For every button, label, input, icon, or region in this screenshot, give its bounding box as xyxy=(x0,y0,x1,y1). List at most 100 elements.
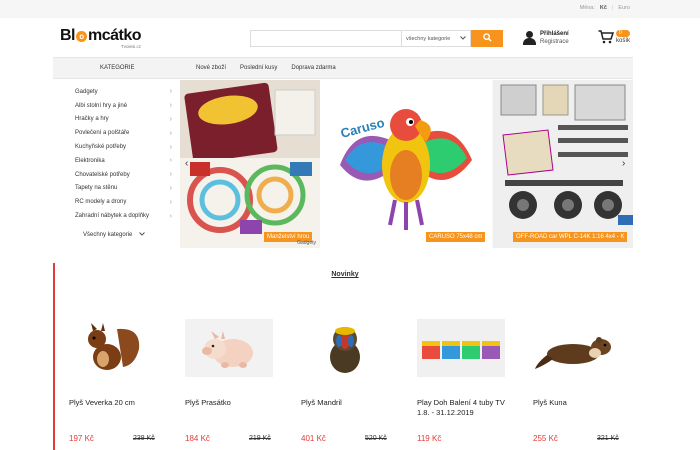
product-card[interactable]: Plyš Kuna 255 Kč 321 Kč xyxy=(533,319,633,443)
slide-tag: OFF-ROAD car WPL C-14K 1:16 4x4 - K xyxy=(513,232,628,242)
all-categories-label: Všechny kategorie xyxy=(83,232,133,238)
product-image[interactable] xyxy=(417,319,505,377)
logo-subtitle: Tvoiesi.cz xyxy=(121,44,142,49)
sidebar-item-rc-modely[interactable]: RC modely a drony › xyxy=(53,195,180,209)
sidebar-item-gadgety[interactable]: Gadgety › xyxy=(53,85,180,99)
search-category-value: všechny kategorie xyxy=(406,35,451,42)
logo-text-post: mcátko xyxy=(88,27,142,44)
account-area[interactable]: Přihlášení Registrace xyxy=(523,30,569,46)
currency-euro[interactable]: Euro xyxy=(618,5,630,11)
sidebar-item-albi[interactable]: Albi stolní hry a jiné › xyxy=(53,99,180,113)
product-name[interactable]: Play Doh Balení 4 tuby TV 1.8. - 31.12.2… xyxy=(417,398,517,418)
cart-count-badge: 0 xyxy=(616,30,631,37)
product-name[interactable]: Plyš Prasátko xyxy=(185,398,285,408)
new-products-section: Novinky Plyš Veverka 20 cm 197 Kč 238 Kč xyxy=(53,263,635,450)
product-name[interactable]: Plyš Veverka 20 cm xyxy=(69,398,169,408)
product-price: 184 Kč xyxy=(185,434,210,443)
sidebar-item-tapety[interactable]: Tapety na stěnu › xyxy=(53,182,180,196)
chevron-right-icon: › xyxy=(169,171,172,179)
hero-carousel: Manželství hrou Gadgety Caruso CARUSO 75… xyxy=(180,80,633,248)
search-icon xyxy=(482,33,492,44)
all-categories-link[interactable]: Všechny kategorie xyxy=(83,232,145,238)
search-category-select[interactable]: všechny kategorie xyxy=(401,30,471,47)
sidebar-item-label: Hračky a hry xyxy=(75,116,109,123)
chevron-right-icon: › xyxy=(169,198,172,206)
product-card[interactable]: Plyš Prasátko 184 Kč 219 Kč xyxy=(185,319,285,443)
main-nav: KATEGORIE Nové zboží Poslední kusy Dopra… xyxy=(53,57,633,79)
product-image[interactable] xyxy=(301,319,389,377)
product-card[interactable]: Plyš Veverka 20 cm 197 Kč 238 Kč xyxy=(69,319,169,443)
chevron-right-icon: › xyxy=(169,157,172,165)
product-name[interactable]: Plyš Mandril xyxy=(301,398,401,408)
sidebar-item-hracky[interactable]: Hračky a hry › xyxy=(53,113,180,127)
sidebar-item-elektronika[interactable]: Elektronika › xyxy=(53,154,180,168)
nav-free-shipping[interactable]: Doprava zdarma xyxy=(291,65,335,71)
product-name[interactable]: Plyš Kuna xyxy=(533,398,633,408)
product-image[interactable] xyxy=(69,319,157,377)
carousel-slide-rc-car[interactable]: OFF-ROAD car WPL C-14K 1:16 4x4 - K xyxy=(493,80,633,248)
board-game-image xyxy=(180,80,320,248)
slide-tag: CARUSO 75x48 cm xyxy=(426,232,486,242)
carousel-slide-parrot-kite[interactable]: Caruso CARUSO 75x48 cm xyxy=(320,80,492,248)
carousel-prev-button[interactable]: ‹ xyxy=(185,158,188,169)
sidebar-item-label: Albi stolní hry a jiné xyxy=(75,102,128,109)
user-icon xyxy=(523,31,536,45)
chevron-down-icon xyxy=(139,232,145,238)
logo-o-icon: o xyxy=(76,30,87,42)
currency-czk[interactable]: Kč xyxy=(600,5,607,11)
nav-last-items[interactable]: Poslední kusy xyxy=(240,65,277,71)
product-price: 401 Kč xyxy=(301,434,326,443)
top-bar: Měna: Kč | Euro xyxy=(0,0,700,18)
cart-icon xyxy=(598,30,615,46)
product-price: 197 Kč xyxy=(69,434,94,443)
product-old-price: 321 Kč xyxy=(597,435,619,442)
carousel-slide-board-game[interactable]: Manželství hrou Gadgety xyxy=(180,80,320,248)
search-input[interactable] xyxy=(250,30,401,47)
nav-new-products[interactable]: Nové zboží xyxy=(196,65,226,71)
sidebar-item-label: RC modely a drony xyxy=(75,199,127,206)
search-bar: všechny kategorie xyxy=(250,30,503,47)
play-doh-image xyxy=(422,341,500,359)
chevron-right-icon: › xyxy=(169,143,172,151)
site-logo[interactable]: Bl o mcátko Tvoiesi.cz xyxy=(60,27,142,50)
cart-label: košík xyxy=(616,38,631,44)
section-title[interactable]: Novinky xyxy=(55,271,635,278)
sidebar-item-chovatelske[interactable]: Chovatelské potřeby › xyxy=(53,168,180,182)
sidebar-item-zahradni[interactable]: Zahradní nábytek a doplňky › xyxy=(53,209,180,223)
sidebar-item-label: Chovatelské potřeby xyxy=(75,171,130,178)
login-link[interactable]: Přihlášení xyxy=(540,30,569,38)
squirrel-plush-image xyxy=(88,323,140,370)
register-link[interactable]: Registrace xyxy=(540,38,569,46)
chevron-right-icon: › xyxy=(169,88,172,96)
marten-plush-image xyxy=(535,337,611,369)
sidebar-item-label: Zahradní nábytek a doplňky xyxy=(75,213,150,220)
sidebar-item-label: Tapety na stěnu xyxy=(75,185,118,192)
pig-plush-image xyxy=(202,331,253,368)
mandrill-plush-image xyxy=(330,327,360,373)
chevron-right-icon: › xyxy=(169,102,172,110)
product-old-price: 219 Kč xyxy=(249,435,271,442)
chevron-down-icon xyxy=(460,35,466,42)
search-button[interactable] xyxy=(471,30,503,47)
product-price: 119 Kč xyxy=(417,434,442,443)
parrot-kite-image: Caruso xyxy=(320,80,492,248)
product-card[interactable]: Play Doh Balení 4 tuby TV 1.8. - 31.12.2… xyxy=(417,319,517,443)
currency-switcher: Měna: Kč | Euro xyxy=(580,5,630,11)
chevron-right-icon: › xyxy=(169,115,172,123)
cart[interactable]: 0 košík xyxy=(598,30,631,46)
logo-text-pre: Bl xyxy=(60,27,76,44)
sidebar-item-kuchynske[interactable]: Kuchyňské potřeby › xyxy=(53,140,180,154)
product-old-price: 520 Kč xyxy=(365,435,387,442)
product-image[interactable] xyxy=(185,319,273,377)
sidebar-item-label: Povlečení a polštáře xyxy=(75,130,130,137)
sidebar-item-povleceni[interactable]: Povlečení a polštáře › xyxy=(53,126,180,140)
rc-car-parts-image xyxy=(493,80,633,248)
slide-caption: Gadgety xyxy=(297,240,316,246)
categories-heading: KATEGORIE xyxy=(100,65,135,71)
sidebar-item-label: Elektronika xyxy=(75,157,105,164)
product-card[interactable]: Plyš Mandril 401 Kč 520 Kč xyxy=(301,319,401,443)
product-old-price: 238 Kč xyxy=(133,435,155,442)
product-image[interactable] xyxy=(533,319,621,377)
chevron-right-icon: › xyxy=(169,212,172,220)
carousel-next-button[interactable]: › xyxy=(622,158,625,169)
